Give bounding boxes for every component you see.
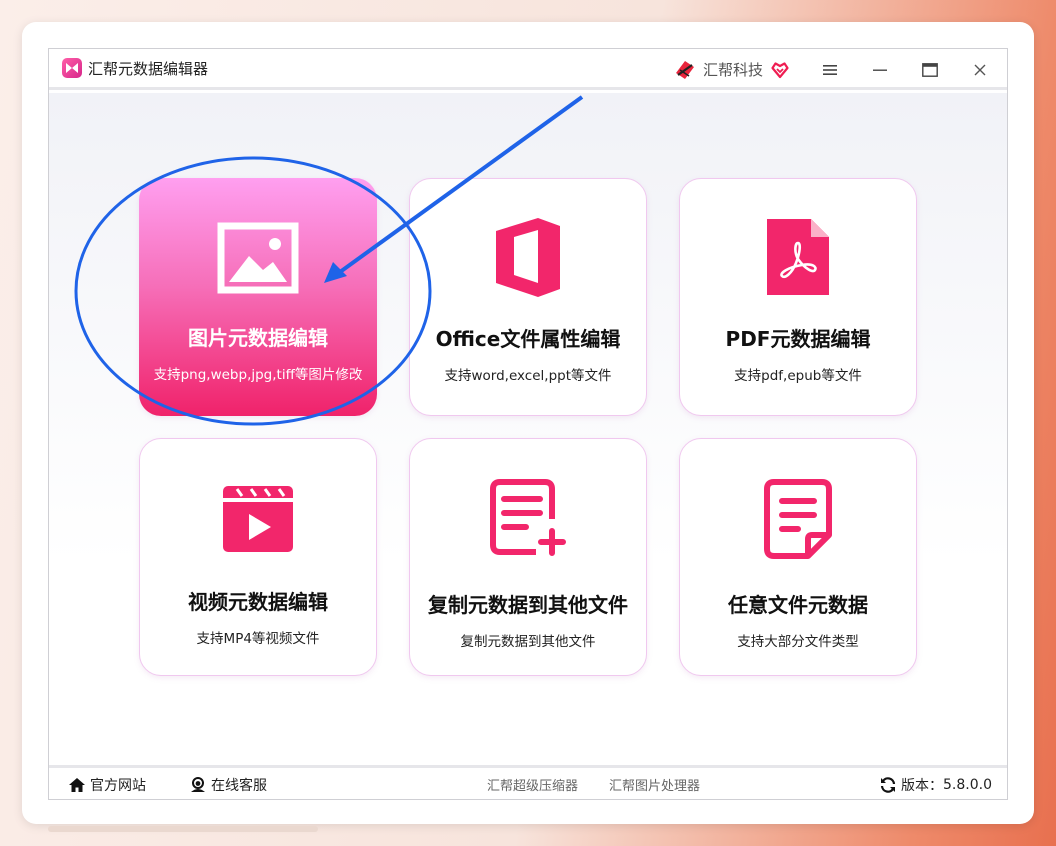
- card-image-metadata[interactable]: 图片元数据编辑 支持png,webp,jpg,tiff等图片修改: [139, 178, 377, 416]
- brand[interactable]: 汇帮科技: [673, 49, 789, 90]
- decorative-strip: [48, 826, 318, 832]
- card-subtitle: 支持word,excel,ppt等文件: [444, 368, 612, 384]
- official-website-label: 官方网站: [90, 777, 146, 794]
- close-icon: [974, 64, 986, 75]
- home-icon: [69, 777, 85, 792]
- title-bar: 汇帮元数据编辑器 汇帮科技: [49, 49, 1007, 90]
- card-title: 任意文件元数据: [728, 593, 868, 617]
- card-pdf-metadata[interactable]: PDF元数据编辑 支持pdf,epub等文件: [679, 178, 917, 416]
- super-compressor-link[interactable]: 汇帮超级压缩器: [487, 768, 579, 799]
- status-bar: 官方网站 在线客服 汇帮超级压缩器 汇帮图片处理器 版本： 5.8.0.0: [49, 765, 1007, 799]
- image-processor-label: 汇帮图片处理器: [609, 779, 701, 794]
- card-subtitle: 支持大部分文件类型: [737, 634, 859, 650]
- card-video-metadata[interactable]: 视频元数据编辑 支持MP4等视频文件: [139, 438, 377, 676]
- close-button[interactable]: [960, 49, 1000, 90]
- card-title: Office文件属性编辑: [435, 327, 621, 351]
- brand-logo-icon: [673, 58, 697, 82]
- image-icon: [217, 222, 299, 294]
- customer-service-icon: [191, 776, 205, 792]
- card-title: 视频元数据编辑: [188, 590, 328, 614]
- menu-button[interactable]: [810, 49, 850, 90]
- version-info[interactable]: 版本： 5.8.0.0: [879, 768, 992, 799]
- official-website-link[interactable]: 官方网站: [68, 768, 146, 799]
- card-title: 复制元数据到其他文件: [428, 593, 628, 617]
- office-icon: [496, 218, 560, 297]
- app-logo-icon: [62, 58, 82, 78]
- feature-grid: 图片元数据编辑 支持png,webp,jpg,tiff等图片修改 Office文…: [49, 93, 1007, 765]
- card-title: 图片元数据编辑: [188, 326, 328, 350]
- video-clapper-icon: [223, 486, 293, 552]
- image-processor-link[interactable]: 汇帮图片处理器: [609, 768, 701, 799]
- card-any-file-metadata[interactable]: 任意文件元数据 支持大部分文件类型: [679, 438, 917, 676]
- refresh-icon: [880, 776, 896, 793]
- maximize-icon: [922, 62, 938, 77]
- card-subtitle: 复制元数据到其他文件: [460, 634, 596, 650]
- hamburger-icon: [823, 64, 837, 75]
- card-subtitle: 支持pdf,epub等文件: [734, 368, 862, 384]
- online-support-label: 在线客服: [211, 777, 267, 794]
- card-subtitle: 支持MP4等视频文件: [196, 631, 320, 647]
- minimize-button[interactable]: [860, 49, 900, 90]
- minimize-icon: [873, 69, 887, 71]
- document-icon: [764, 479, 832, 559]
- version-label: 版本：: [901, 777, 943, 794]
- heart-icon: [771, 61, 789, 79]
- maximize-button[interactable]: [910, 49, 950, 90]
- super-compressor-label: 汇帮超级压缩器: [487, 779, 579, 794]
- online-support-link[interactable]: 在线客服: [189, 768, 267, 799]
- brand-name: 汇帮科技: [703, 61, 764, 79]
- pdf-icon: [767, 219, 829, 295]
- card-title: PDF元数据编辑: [725, 327, 871, 351]
- list-add-icon: [490, 479, 566, 556]
- app-title: 汇帮元数据编辑器: [88, 59, 209, 78]
- card-office-properties[interactable]: Office文件属性编辑 支持word,excel,ppt等文件: [409, 178, 647, 416]
- card-copy-metadata[interactable]: 复制元数据到其他文件 复制元数据到其他文件: [409, 438, 647, 676]
- card-subtitle: 支持png,webp,jpg,tiff等图片修改: [153, 367, 363, 383]
- app-window: 汇帮元数据编辑器 汇帮科技 图片元数据编辑 支持png,webp,jpg,tif…: [48, 48, 1008, 800]
- version-number: 5.8.0.0: [943, 776, 992, 793]
